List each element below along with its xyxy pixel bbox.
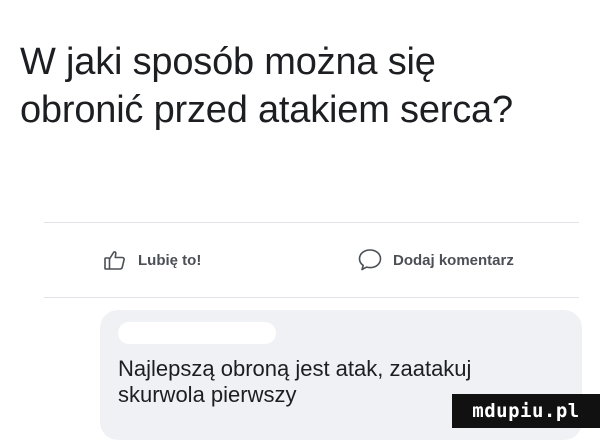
- add-comment-label: Dodaj komentarz: [393, 251, 514, 269]
- add-comment-button[interactable]: Dodaj komentarz: [357, 244, 514, 276]
- post-actions-bar: Lubię to! Dodaj komentarz: [0, 244, 600, 276]
- like-button[interactable]: Lubię to!: [102, 244, 201, 276]
- actions-divider-top: [44, 222, 579, 223]
- post-text-line-1: W jaki sposób można się: [20, 41, 436, 83]
- like-label: Lubię to!: [138, 251, 202, 269]
- thumbs-up-icon: [102, 247, 128, 273]
- comment-author-redacted: [118, 322, 276, 344]
- post-text: W jaki sposób można się obronić przed at…: [20, 38, 580, 134]
- speech-bubble-icon: [357, 247, 383, 273]
- actions-divider-bottom: [44, 297, 579, 298]
- post-text-line-2: obronić przed atakiem serca?: [20, 89, 513, 131]
- comment-text-line-1: Najlepszą obroną jest atak, zaatakuj: [118, 356, 472, 381]
- site-watermark: mdupiu.pl: [452, 394, 600, 428]
